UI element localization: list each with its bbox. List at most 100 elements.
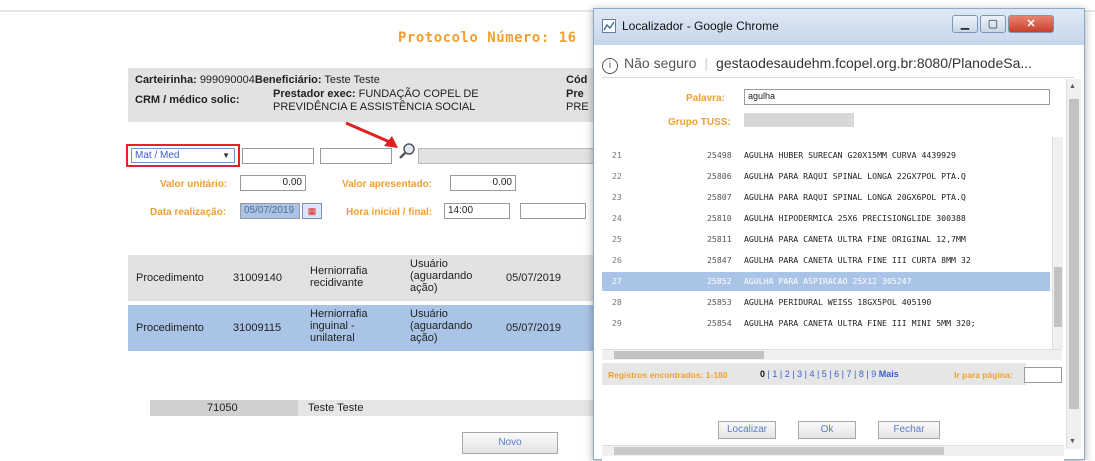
data-realizacao-label: Data realização: (150, 207, 227, 218)
localizador-content: Palavra: agulha Grupo TUSS: ············… (602, 79, 1064, 461)
row-tipo: Procedimento (136, 322, 204, 334)
prestador-line1: Prestador exec: FUNDAÇÃO COPEL DE (273, 88, 479, 101)
not-secure-label: Não seguro (624, 55, 697, 71)
codigo-label: Cód (566, 74, 588, 86)
table-row[interactable]: Procedimento 31009140 Herniorrafia recid… (128, 255, 598, 301)
page-link[interactable]: 8 (859, 369, 864, 379)
localizador-window: Localizador - Google Chrome ▁ ▢ ✕ i Não s… (593, 8, 1085, 461)
valor-unitario-label: Valor unitário: (160, 179, 228, 190)
table-row[interactable]: Procedimento 31009115 Herniorrafia ingui… (128, 305, 598, 351)
list-item[interactable]: 28 25853 AGULHA PERIDURAL WEISS 18GX5POL 4… (602, 293, 1050, 312)
row-code: 25498 (707, 150, 732, 160)
address-bar[interactable]: i Não seguro | gestaodesaudehm.fcopel.org.b… (602, 49, 1074, 78)
minimize-button[interactable]: ▁ (952, 15, 978, 33)
window-title: Localizador - Google Chrome (622, 19, 779, 33)
prestador-value-1: FUNDAÇÃO COPEL DE (358, 88, 479, 100)
more-link[interactable]: Mais (879, 369, 899, 379)
prestador-value-2: PREVIDÊNCIA E ASSISTÊNCIA SOCIAL (273, 101, 476, 113)
list-horizontal-scrollbar[interactable] (602, 349, 1062, 360)
row-desc: AGULHA PARA CANETA ULTRA FINE III CURTA … (744, 255, 971, 265)
address-separator: | (704, 55, 709, 71)
address-url: gestaodesaudehm.fcopel.org.br:8080/Plano… (716, 55, 1033, 71)
row-num: 27 (612, 276, 622, 286)
grupo-label: Grupo TUSS: (668, 117, 731, 128)
page-link[interactable]: 1 (772, 369, 777, 379)
row-code: 25811 (707, 234, 732, 244)
footer-name: Teste Teste (308, 402, 364, 414)
results-list: ········································… (602, 137, 1052, 347)
footer-code: 71050 (207, 402, 238, 414)
row-num: 22 (612, 171, 622, 181)
beneficiario-label: Beneficiário: (254, 74, 322, 86)
goto-page-input[interactable] (1024, 367, 1062, 383)
window-horizontal-scrollbar[interactable] (602, 445, 1064, 456)
row-descricao: Herniorrafia inguinal - unilateral (310, 308, 368, 344)
row-data: 05/07/2019 (506, 272, 562, 284)
row-desc: AGULHA PARA CANETA ULTRA FINE ORIGINAL 1… (744, 234, 966, 244)
item-type-value: Mat / Med (135, 150, 180, 161)
valor-apresentado-input[interactable]: 0.00 (450, 175, 516, 191)
list-item[interactable]: 26 25847 AGULHA PARA CANETA ULTRA FINE III… (602, 251, 1050, 270)
scroll-down-icon[interactable]: ▼ (1069, 438, 1076, 445)
page-link[interactable]: 4 (809, 369, 814, 379)
row-code: 25847 (707, 255, 732, 265)
maximize-button[interactable]: ▢ (980, 15, 1006, 33)
row-code: 25810 (707, 213, 732, 223)
close-button[interactable]: ✕ (1008, 15, 1054, 33)
hora-inicial-input[interactable]: 14:00 (444, 203, 510, 219)
item-description-field (418, 148, 598, 164)
row-num: 26 (612, 255, 622, 265)
novo-button[interactable]: Novo (462, 432, 558, 454)
page-link[interactable]: 3 (797, 369, 802, 379)
info-icon[interactable]: i (602, 58, 618, 74)
list-item[interactable]: 23 25807 AGULHA PARA RAQUI SPINAL LONGA 20… (602, 188, 1050, 207)
grupo-field[interactable] (744, 113, 854, 127)
data-realizacao-input[interactable]: 05/07/2019 (240, 203, 300, 219)
list-item[interactable]: 24 25810 AGULHA HIPODERMICA 25X6 PRECISION… (602, 209, 1050, 228)
row-codigo: 31009115 (233, 322, 282, 334)
search-icon[interactable] (398, 142, 416, 160)
valor-unitario-input[interactable]: 0.00 (240, 175, 306, 191)
scroll-up-icon[interactable]: ▲ (1069, 83, 1076, 90)
h-scrollbar-thumb[interactable] (614, 351, 764, 359)
page-link[interactable]: 9 (871, 369, 876, 379)
scrollbar-thumb[interactable] (1054, 267, 1062, 327)
search-word-input[interactable]: agulha (744, 89, 1050, 105)
goto-page-label: Ir para página: (954, 370, 1013, 380)
page-link[interactable]: 5 (822, 369, 827, 379)
calendar-icon[interactable]: ▦ (302, 203, 322, 219)
row-desc: AGULHA PARA ASPIRACAO 25X12 305247 (744, 276, 912, 286)
page-link[interactable]: 0 (760, 369, 765, 379)
list-item[interactable]: 21 25498 AGULHA HUBER SURECAN G20X15MM CUR… (602, 146, 1050, 165)
row-code: 25854 (707, 318, 732, 328)
hora-final-input[interactable] (520, 203, 586, 219)
carteirinha-row: Carteirinha: 999090004Beneficiário: Test… (135, 74, 380, 87)
list-item-selected[interactable]: 27 25852 AGULHA PARA ASPIRACAO 25X12 30524… (602, 272, 1050, 291)
page-link[interactable]: 2 (785, 369, 790, 379)
prestador-label: Prestador exec: (273, 88, 356, 100)
row-status: Usuário (aguardando ação) (410, 308, 473, 344)
row-desc: AGULHA HIPODERMICA 25X6 PRECISIONGLIDE 3… (744, 213, 966, 223)
search-word-label: Palavra: (686, 93, 725, 104)
row-num: 23 (612, 192, 622, 202)
valor-apresentado-label: Valor apresentado: (342, 179, 433, 190)
window-titlebar[interactable]: Localizador - Google Chrome ▁ ▢ ✕ (594, 9, 1084, 45)
ok-button[interactable]: Ok (798, 421, 856, 439)
localizar-button[interactable]: Localizar (718, 421, 776, 439)
row-num: 24 (612, 213, 622, 223)
window-scrollbar-thumb[interactable] (1069, 99, 1079, 409)
list-vertical-scrollbar[interactable] (1052, 137, 1063, 349)
item-code-input[interactable] (242, 148, 314, 164)
list-item[interactable]: 29 25854 AGULHA PARA CANETA ULTRA FINE III… (602, 314, 1050, 333)
item-type-select[interactable]: Mat / Med ▼ (131, 148, 235, 163)
fechar-button[interactable]: Fechar (878, 421, 940, 439)
window-h-scrollbar-thumb[interactable] (614, 447, 944, 455)
list-item[interactable]: 22 25806 AGULHA PARA RAQUI SPINAL LONGA 22… (602, 167, 1050, 186)
window-vertical-scrollbar[interactable]: ▲ ▼ (1066, 79, 1081, 449)
list-item-partial: ········································… (602, 137, 1050, 146)
row-code: 25852 (707, 276, 732, 286)
page-link[interactable]: 6 (834, 369, 839, 379)
row-num: 28 (612, 297, 622, 307)
page-link[interactable]: 7 (847, 369, 852, 379)
list-item[interactable]: 25 25811 AGULHA PARA CANETA ULTRA FINE ORI… (602, 230, 1050, 249)
